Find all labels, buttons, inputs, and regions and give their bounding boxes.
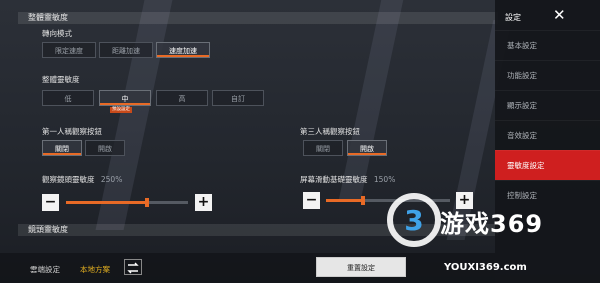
sensitivity-option-low[interactable]: 低 xyxy=(42,90,94,106)
screen-sensitivity-value: 150% xyxy=(373,175,396,184)
close-icon[interactable]: ✕ xyxy=(553,8,566,23)
sidebar-item-display[interactable]: 顯示設定 xyxy=(495,90,600,120)
turn-mode-option-distance[interactable]: 距離加速 xyxy=(99,42,153,58)
camera-minus-button[interactable]: − xyxy=(42,194,59,211)
cloud-settings-label: 雲端設定 xyxy=(30,265,60,274)
camera-plus-button[interactable]: + xyxy=(195,194,212,211)
screen-sensitivity-label: 屏幕滑動基礎靈敏度 150% xyxy=(300,174,395,185)
third-person-on-button[interactable]: 開啟 xyxy=(347,140,387,156)
screen-sensitivity-title: 屏幕滑動基礎靈敏度 xyxy=(300,175,368,184)
third-person-button-label: 第三人稱觀察按鈕 xyxy=(300,127,360,136)
watermark-logo-icon: 3 xyxy=(387,193,441,247)
first-person-button-label: 第一人稱觀察按鈕 xyxy=(42,127,102,136)
turn-mode-option-speed[interactable]: 速度加速 xyxy=(156,42,210,58)
camera-sensitivity-label: 觀察鏡頭靈敏度 250% xyxy=(42,174,122,185)
first-person-off-button[interactable]: 關閉 xyxy=(42,140,82,156)
overall-sensitivity-label: 整體靈敏度 xyxy=(42,75,80,84)
settings-sidebar: 設定 ✕ 基本設定 功能設定 顯示設定 音效設定 靈敏度設定 控制設定 xyxy=(495,0,600,283)
section-header-overall: 整體靈敏度 xyxy=(18,12,498,24)
game-settings-screen: 整體靈敏度 轉向模式 限定速度 距離加速 速度加速 整體靈敏度 低 中 預設設定… xyxy=(0,0,600,283)
sensitivity-option-custom[interactable]: 自訂 xyxy=(212,90,264,106)
third-person-off-button[interactable]: 關閉 xyxy=(303,140,343,156)
reset-settings-button[interactable]: 重置設定 xyxy=(316,257,406,277)
first-person-on-button[interactable]: 開啟 xyxy=(85,140,125,156)
local-scheme-label: 本地方案 xyxy=(80,265,110,274)
sidebar-item-sensitivity[interactable]: 靈敏度設定 xyxy=(495,150,600,180)
svg-text:3: 3 xyxy=(404,204,423,237)
swap-scheme-button[interactable] xyxy=(124,259,142,275)
watermark-text: 游戏369 xyxy=(440,210,544,238)
sidebar-item-function[interactable]: 功能設定 xyxy=(495,60,600,90)
turn-mode-label: 轉向模式 xyxy=(42,29,72,38)
sensitivity-option-medium[interactable]: 中 xyxy=(99,90,151,106)
default-badge: 預設設定 xyxy=(110,107,132,113)
camera-slider-thumb[interactable] xyxy=(144,198,149,207)
sidebar-item-basic[interactable]: 基本設定 xyxy=(495,30,600,60)
screen-slider-thumb[interactable] xyxy=(361,196,366,205)
swap-icon xyxy=(127,262,139,274)
camera-sensitivity-slider[interactable] xyxy=(66,198,188,207)
watermark-url: YOUXI369.com xyxy=(444,262,527,273)
camera-sensitivity-title: 觀察鏡頭靈敏度 xyxy=(42,175,95,184)
footer-bar: 雲端設定 本地方案 重置設定 xyxy=(0,253,495,283)
sidebar-item-audio[interactable]: 音效設定 xyxy=(495,120,600,150)
camera-slider-fill xyxy=(66,201,147,204)
turn-mode-option-limited[interactable]: 限定速度 xyxy=(42,42,96,58)
sidebar-title: 設定 xyxy=(505,13,521,22)
screen-slider-fill xyxy=(326,199,364,202)
camera-sensitivity-value: 250% xyxy=(100,175,123,184)
screen-minus-button[interactable]: − xyxy=(303,192,320,209)
sensitivity-option-high[interactable]: 高 xyxy=(156,90,208,106)
